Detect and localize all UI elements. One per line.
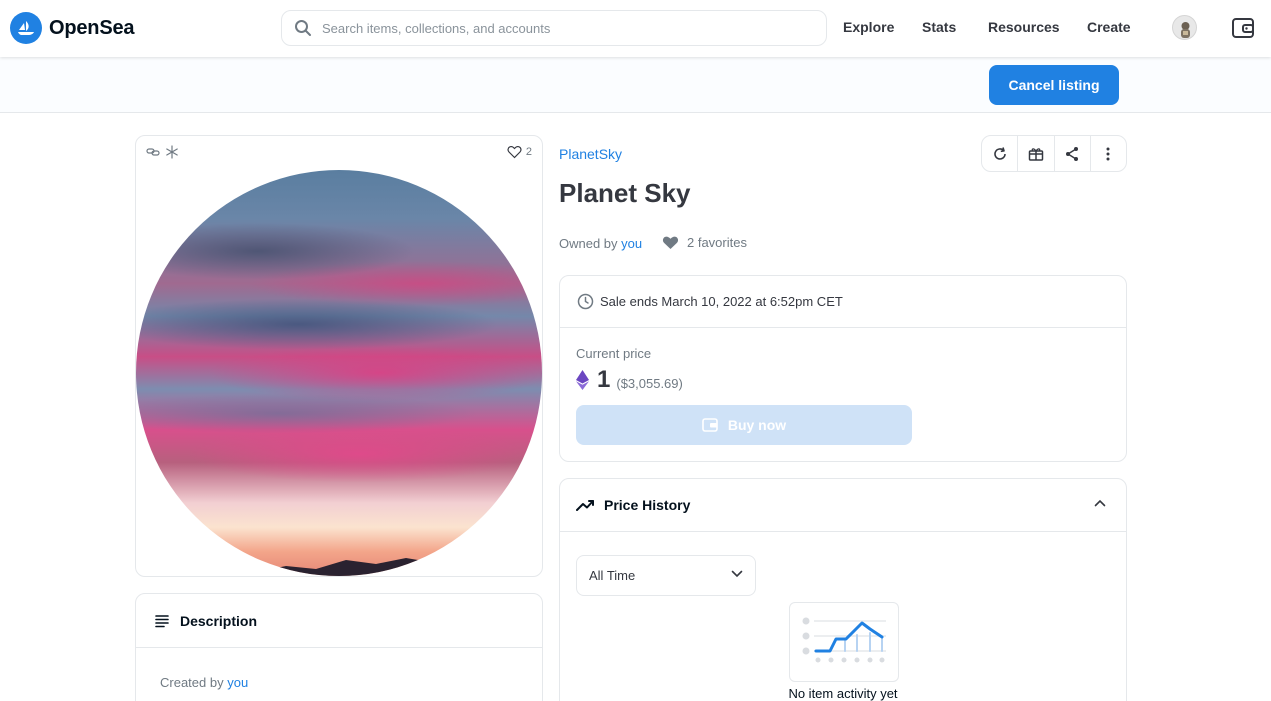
- heart-outline-icon: [507, 146, 522, 159]
- wallet-icon[interactable]: [1230, 15, 1256, 41]
- nav-stats[interactable]: Stats: [922, 19, 956, 35]
- search-bar[interactable]: [281, 10, 827, 46]
- nav-resources[interactable]: Resources: [988, 19, 1060, 35]
- sale-panel: Sale ends March 10, 2022 at 6:52pm CET C…: [559, 275, 1127, 462]
- more-vertical-icon: [1106, 147, 1110, 160]
- favorites-label: 2 favorites: [687, 235, 747, 250]
- time-range-value: All Time: [589, 568, 636, 583]
- buy-now-label: Buy now: [727, 417, 787, 433]
- created-by-prefix: Created by: [160, 675, 224, 690]
- more-options-button[interactable]: [1091, 136, 1126, 171]
- owner-link[interactable]: you: [621, 236, 642, 251]
- owned-by-prefix: Owned by: [559, 236, 618, 251]
- nav-create[interactable]: Create: [1087, 19, 1131, 35]
- price-eth: 1: [597, 366, 611, 393]
- top-header: OpenSea Explore Stats Resources Create: [0, 0, 1271, 57]
- chevron-up-icon[interactable]: [1094, 499, 1106, 507]
- price-history-header[interactable]: Price History: [560, 479, 1126, 532]
- description-title: Description: [180, 612, 258, 629]
- buy-now-button[interactable]: Buy now: [576, 405, 912, 445]
- opensea-logo-icon: [10, 12, 42, 44]
- chevron-down-icon: [731, 570, 743, 578]
- item-image-card: 2: [135, 135, 543, 577]
- sale-end-row: Sale ends March 10, 2022 at 6:52pm CET: [560, 276, 1126, 328]
- profile-avatar[interactable]: [1172, 15, 1197, 40]
- brand-name: OpenSea: [49, 16, 135, 39]
- cancel-listing-button[interactable]: Cancel listing: [989, 65, 1119, 105]
- frozen-metadata-icon[interactable]: [165, 145, 179, 159]
- search-icon: [295, 20, 311, 36]
- owned-by: Owned by you: [559, 236, 642, 251]
- price-row: 1 ($3,055.69): [576, 366, 683, 394]
- price-history-panel: Price History All Time No item activity …: [559, 478, 1127, 701]
- price-usd: ($3,055.69): [616, 375, 683, 391]
- favorite-count: 2: [525, 146, 532, 158]
- mountain-silhouette: [136, 558, 542, 576]
- opensea-logo[interactable]: OpenSea: [10, 12, 135, 44]
- search-input[interactable]: [322, 20, 802, 36]
- refresh-icon: [993, 146, 1006, 160]
- sale-ends-text: Sale ends March 10, 2022 at 6:52pm CET: [600, 294, 843, 309]
- time-range-select[interactable]: All Time: [576, 555, 756, 596]
- gift-icon: [1028, 147, 1044, 161]
- wallet-icon: [702, 418, 718, 432]
- chain-link-icon[interactable]: [146, 145, 160, 159]
- created-by: Created by you: [160, 675, 248, 690]
- description-panel: Description Created by you: [135, 593, 543, 701]
- empty-activity-text: No item activity yet: [788, 686, 898, 701]
- nft-image[interactable]: [136, 170, 542, 576]
- collection-link[interactable]: PlanetSky: [559, 146, 622, 162]
- item-toolbar: [981, 135, 1127, 172]
- ethereum-icon: [576, 370, 589, 390]
- heart-filled-icon: [662, 236, 679, 249]
- transfer-button[interactable]: [1018, 136, 1055, 171]
- favorite-toggle[interactable]: 2: [507, 145, 532, 159]
- share-icon: [1066, 146, 1079, 161]
- item-title: Planet Sky: [559, 178, 691, 208]
- text-lines-icon: [155, 614, 169, 627]
- current-price-label: Current price: [576, 346, 652, 361]
- trend-line-icon: [576, 500, 594, 511]
- creator-link[interactable]: you: [227, 675, 248, 690]
- refresh-button[interactable]: [982, 136, 1019, 171]
- clock-icon: [577, 293, 594, 310]
- empty-chart-illustration: [789, 602, 899, 682]
- owner-action-bar: Cancel listing: [0, 57, 1271, 113]
- nav-explore[interactable]: Explore: [843, 19, 894, 35]
- favorites-summary[interactable]: 2 favorites: [662, 235, 747, 250]
- share-button[interactable]: [1055, 136, 1091, 171]
- description-header[interactable]: Description: [136, 594, 542, 648]
- price-history-title: Price History: [604, 497, 691, 513]
